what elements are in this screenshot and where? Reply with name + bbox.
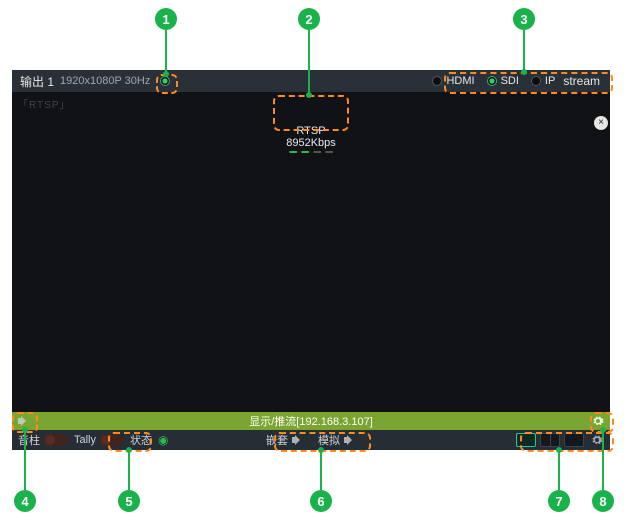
output-enable-toggle[interactable] bbox=[160, 76, 170, 86]
rtsp-indicator-row bbox=[286, 151, 336, 153]
output-ip-label: IP bbox=[545, 75, 555, 87]
callout-leader bbox=[128, 450, 130, 490]
level-indicator-icon bbox=[325, 151, 333, 153]
callout-marker-5: 5 bbox=[118, 490, 140, 512]
output-hdmi-label: HDMI bbox=[446, 75, 474, 87]
layout-preset-1[interactable] bbox=[516, 433, 536, 447]
layout-preset-2[interactable] bbox=[540, 433, 560, 447]
callout-marker-3: 3 bbox=[513, 8, 535, 30]
rtsp-bitrate-label: 8952Kbps bbox=[286, 137, 336, 149]
output-sdi-radio[interactable]: SDI bbox=[487, 75, 519, 87]
speaker-icon bbox=[292, 435, 304, 445]
callout-marker-1: 1 bbox=[155, 8, 177, 30]
audio-meter-label: 音柱 bbox=[18, 432, 40, 448]
gear-icon bbox=[592, 415, 604, 427]
eye-icon: ◉ bbox=[158, 433, 168, 447]
switch-icon bbox=[100, 434, 124, 446]
callout-leader bbox=[602, 430, 604, 490]
output-ip-radio[interactable]: IP bbox=[531, 75, 555, 87]
status-label: 状态 bbox=[130, 432, 152, 448]
tally-label: Tally bbox=[74, 434, 96, 446]
level-indicator-icon bbox=[301, 151, 309, 153]
output-title: 输出 1 bbox=[20, 73, 54, 90]
radio-icon bbox=[432, 76, 442, 86]
layout-preset-3[interactable] bbox=[564, 433, 584, 447]
speaker-icon bbox=[344, 435, 356, 445]
layout-preset-group bbox=[516, 433, 604, 447]
audio-embed-label: 嵌套 bbox=[266, 432, 288, 448]
radio-icon bbox=[487, 76, 497, 86]
power-icon bbox=[160, 76, 170, 86]
callout-leader bbox=[165, 30, 167, 74]
output-signal-group: HDMI SDI IP stream bbox=[428, 74, 602, 88]
callout-leader bbox=[308, 30, 310, 95]
audio-analog-button[interactable]: 模拟 bbox=[318, 432, 356, 448]
stream-target-bar[interactable]: 显示/推流[192.168.3.107] bbox=[12, 412, 610, 430]
callout-marker-6: 6 bbox=[310, 490, 332, 512]
callout-leader bbox=[24, 430, 26, 490]
status-toggle[interactable]: 状态 ◉ bbox=[130, 432, 168, 448]
stream-target-label: 显示/推流[192.168.3.107] bbox=[249, 413, 373, 429]
video-preview[interactable]: 「RTSP」 × RTSP 8952Kbps bbox=[12, 92, 610, 412]
switch-icon bbox=[44, 434, 68, 446]
output-hdmi-radio[interactable]: HDMI bbox=[432, 75, 474, 87]
output-footer: 音柱 Tally 状态 ◉ 嵌套 模拟 bbox=[12, 430, 610, 450]
callout-marker-7: 7 bbox=[548, 490, 570, 512]
output-panel: 输出 1 1920x1080P 30Hz HDMI SDI IP stream … bbox=[12, 70, 610, 450]
level-indicator-icon bbox=[289, 151, 297, 153]
output-stream-label: stream bbox=[563, 74, 600, 88]
close-preview-button[interactable]: × bbox=[594, 116, 608, 130]
protocol-corner-tag: 「RTSP」 bbox=[18, 96, 71, 111]
audio-source-group: 嵌套 模拟 bbox=[266, 432, 356, 448]
callout-marker-8: 8 bbox=[592, 490, 614, 512]
callout-leader bbox=[523, 30, 525, 72]
output-sdi-label: SDI bbox=[501, 75, 519, 87]
callout-leader bbox=[558, 450, 560, 490]
level-indicator-icon bbox=[313, 151, 321, 153]
radio-icon bbox=[531, 76, 541, 86]
rtsp-status-box: RTSP 8952Kbps bbox=[272, 122, 350, 156]
rtsp-proto-label: RTSP bbox=[286, 125, 336, 137]
tally-toggle[interactable]: Tally bbox=[74, 434, 124, 446]
audio-embed-button[interactable]: 嵌套 bbox=[266, 432, 304, 448]
callout-marker-2: 2 bbox=[298, 8, 320, 30]
speaker-icon bbox=[18, 416, 30, 426]
audio-analog-label: 模拟 bbox=[318, 432, 340, 448]
output-resolution: 1920x1080P 30Hz bbox=[60, 75, 150, 87]
callout-leader bbox=[320, 450, 322, 490]
callout-marker-4: 4 bbox=[14, 490, 36, 512]
